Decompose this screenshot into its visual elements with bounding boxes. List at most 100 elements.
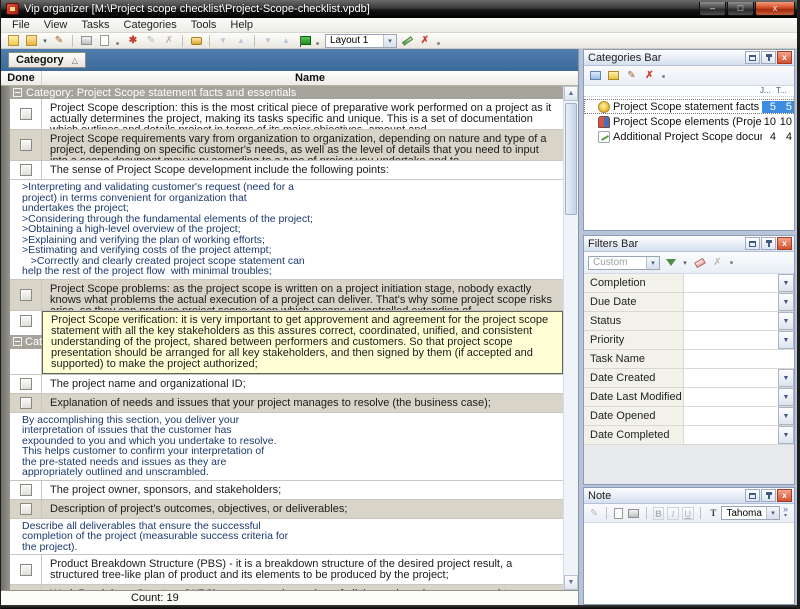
note-save-icon[interactable]: ✎: [588, 506, 600, 520]
categories-count-col2[interactable]: T...: [776, 86, 792, 96]
filters-toolbar-overflow-icon[interactable]: [730, 261, 733, 264]
note-print-icon[interactable]: [628, 506, 640, 520]
menu-tools[interactable]: Tools: [184, 19, 224, 31]
task-name-cell[interactable]: The sense of Project Scope development i…: [42, 161, 563, 179]
done-checkbox[interactable]: [20, 484, 32, 496]
done-checkbox[interactable]: [20, 315, 32, 327]
filter-value-field[interactable]: [684, 312, 778, 330]
filter-preset-arrow-icon[interactable]: ▾: [646, 257, 659, 269]
categories-toolbar-overflow-icon[interactable]: [662, 75, 665, 78]
layout-delete-icon[interactable]: ✗: [417, 34, 433, 48]
task-name-cell[interactable]: The project name and organizational ID;: [42, 375, 563, 393]
layout-brush-icon[interactable]: [399, 34, 415, 48]
column-header-done[interactable]: Done: [1, 71, 42, 85]
toolbar-overflow3-icon[interactable]: [437, 42, 440, 45]
add-note-icon[interactable]: [23, 34, 39, 48]
task-name-cell[interactable]: Explanation of needs and issues that you…: [42, 394, 563, 412]
filter-value-field[interactable]: [684, 293, 778, 311]
done-checkbox[interactable]: [20, 108, 32, 120]
filter-dropdown-icon[interactable]: ▼: [778, 407, 794, 425]
expand-all-icon[interactable]: ▼: [260, 34, 276, 48]
menu-tasks[interactable]: Tasks: [74, 19, 116, 31]
filter-value-field[interactable]: [684, 331, 778, 349]
task-row[interactable]: Explanation of needs and issues that you…: [10, 394, 563, 413]
task-row[interactable]: Description of project's outcomes, objec…: [10, 500, 563, 519]
move-up-icon[interactable]: ▲: [233, 34, 249, 48]
task-name-cell[interactable]: Description of project's outcomes, objec…: [42, 500, 563, 518]
filter-dropdown-icon[interactable]: ▼: [778, 369, 794, 387]
filters-pin-icon[interactable]: [761, 237, 776, 250]
filter-dropdown-icon[interactable]: ▼: [778, 274, 794, 292]
filter-value-field[interactable]: [684, 388, 778, 406]
edit-task-icon[interactable]: ✎: [143, 34, 159, 48]
task-name-cell[interactable]: Work Breakdown Structure (WBS) - a struc…: [42, 585, 563, 590]
menu-file[interactable]: File: [5, 19, 37, 31]
filter-value-field[interactable]: [684, 369, 778, 387]
underline-button[interactable]: U: [682, 507, 694, 520]
note-pin-icon[interactable]: [761, 489, 776, 502]
filter-value-field[interactable]: [684, 407, 778, 425]
toolbar-overflow2-icon[interactable]: [316, 42, 319, 45]
toolbar-overflow-icon[interactable]: [116, 42, 119, 45]
task-row[interactable]: The project owner, sponsors, and stakeho…: [10, 481, 563, 500]
task-name-cell[interactable]: Project Scope description: this is the m…: [42, 99, 563, 129]
edit-note-icon[interactable]: ✎: [51, 34, 67, 48]
collapse-all-icon[interactable]: ▲: [278, 34, 294, 48]
collapse-icon[interactable]: [13, 88, 22, 97]
menu-categories[interactable]: Categories: [117, 19, 184, 31]
layout-combo-arrow-icon[interactable]: ▾: [383, 35, 396, 47]
collapse-icon[interactable]: [13, 337, 22, 346]
category-item[interactable]: Project Scope elements (Project Scope ba…: [584, 114, 794, 129]
done-checkbox[interactable]: [20, 164, 32, 176]
category-group-row[interactable]: Category: Project Scope statement facts …: [10, 86, 563, 99]
font-combo-arrow-icon[interactable]: ▾: [766, 507, 779, 519]
task-list-scrollbar[interactable]: ▲ ▼: [563, 86, 578, 590]
group-by-category-chip[interactable]: Category △: [8, 52, 86, 68]
filter-dropdown-icon[interactable]: ▼: [778, 331, 794, 349]
minimize-button[interactable]: –: [699, 2, 726, 16]
overlapped-category-group-row[interactable]: Category:: [10, 335, 43, 349]
done-checkbox[interactable]: [20, 503, 32, 515]
task-row[interactable]: Project Scope problems: as the project s…: [10, 280, 563, 311]
filter-dropdown-icon[interactable]: ▼: [778, 293, 794, 311]
scrollbar-track[interactable]: [564, 101, 578, 575]
note-restore-icon[interactable]: [745, 489, 760, 502]
add-task-icon[interactable]: ✱: [125, 34, 141, 48]
print-preview-icon[interactable]: [96, 34, 112, 48]
category-item[interactable]: Additional Project Scope documentation (…: [584, 129, 794, 144]
remove-filter-icon[interactable]: ✗: [710, 256, 725, 270]
move-down-icon[interactable]: ▼: [215, 34, 231, 48]
filter-value-field[interactable]: [684, 426, 778, 444]
print-icon[interactable]: [78, 34, 94, 48]
scroll-down-icon[interactable]: ▼: [564, 575, 578, 590]
categories-count-col1[interactable]: J...: [760, 86, 776, 96]
menu-view[interactable]: View: [37, 19, 75, 31]
italic-button[interactable]: I: [667, 507, 679, 520]
layout-combo[interactable]: Layout 1 ▾: [325, 34, 397, 48]
edit-category-icon[interactable]: ✎: [624, 69, 639, 83]
task-name-cell[interactable]: Project Scope requirements vary from org…: [42, 130, 563, 160]
task-row[interactable]: Project Scope description: this is the m…: [10, 99, 563, 130]
task-name-cell[interactable]: Project Scope problems: as the project s…: [42, 280, 563, 310]
apply-filter-dropdown-icon[interactable]: ▾: [681, 256, 689, 270]
menu-help[interactable]: Help: [223, 19, 260, 31]
task-row[interactable]: Product Breakdown Structure (PBS) - it i…: [10, 555, 563, 585]
show-completed-icon[interactable]: [188, 34, 204, 48]
filters-restore-icon[interactable]: [745, 237, 760, 250]
categories-restore-icon[interactable]: [745, 51, 760, 64]
selected-task-row[interactable]: Category:Project Scope verification: it …: [10, 311, 563, 375]
task-row[interactable]: Project Scope requirements vary from org…: [10, 130, 563, 161]
note-page-icon[interactable]: [613, 506, 625, 520]
task-row[interactable]: The project name and organizational ID;: [10, 375, 563, 394]
add-subcategory-icon[interactable]: [606, 69, 621, 83]
new-database-icon[interactable]: [5, 34, 21, 48]
done-checkbox[interactable]: [20, 289, 32, 301]
note-close-icon[interactable]: x: [777, 489, 792, 502]
note-toolbar-overflow-icon[interactable]: »▾: [783, 506, 790, 520]
filter-value-field[interactable]: [684, 274, 778, 292]
categories-pin-icon[interactable]: [761, 51, 776, 64]
filter-dropdown-icon[interactable]: ▼: [778, 312, 794, 330]
task-row[interactable]: The sense of Project Scope development i…: [10, 161, 563, 180]
done-checkbox[interactable]: [20, 378, 32, 390]
filter-preset-combo[interactable]: Custom ▾: [588, 256, 660, 270]
